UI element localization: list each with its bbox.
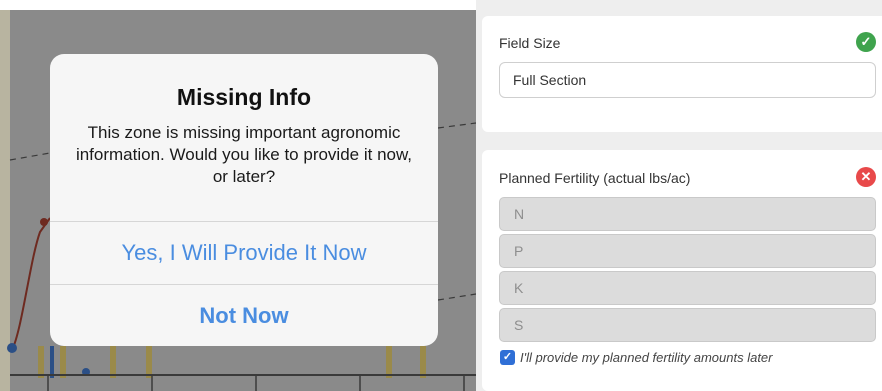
zone-form-panel: Field Size ✓ Planned Fertility (actual l… <box>476 0 882 391</box>
check-circle-icon: ✓ <box>856 32 876 52</box>
chart-bar <box>386 346 392 378</box>
provide-now-button[interactable]: Yes, I Will Provide It Now <box>50 222 438 284</box>
chart-bar <box>420 346 426 378</box>
error-circle-icon: ✕ <box>856 167 876 187</box>
chart-blue-stem <box>50 346 54 378</box>
chart-bar <box>38 346 44 378</box>
field-size-card: Field Size ✓ <box>482 16 882 132</box>
field-size-input[interactable] <box>499 62 876 98</box>
alert-title: Missing Info <box>176 84 312 110</box>
chart-x-axis <box>10 374 476 376</box>
alert-message: This zone is missing important agronomic… <box>75 123 413 186</box>
chart-bar <box>60 346 66 378</box>
field-size-label: Field Size <box>499 35 561 51</box>
chart-line-red <box>11 217 51 351</box>
chart-point-blue <box>7 343 17 353</box>
missing-info-alert: Missing Info This zone is missing import… <box>50 54 438 346</box>
planned-fertility-card: Planned Fertility (actual lbs/ac) ✕ ✓ I'… <box>482 150 882 391</box>
sulfur-input[interactable] <box>499 308 876 342</box>
nitrogen-input[interactable] <box>499 197 876 231</box>
not-now-button[interactable]: Not Now <box>50 285 438 346</box>
chart-dashed-line-lower <box>437 293 476 301</box>
potassium-input[interactable] <box>499 271 876 305</box>
planned-fertility-label: Planned Fertility (actual lbs/ac) <box>499 170 691 186</box>
chart-bar <box>146 346 152 378</box>
provide-later-label: I'll provide my planned fertility amount… <box>520 350 773 365</box>
chart-x-ticks <box>47 376 465 391</box>
chart-bar <box>110 346 116 378</box>
provide-later-checkbox[interactable]: ✓ <box>500 350 515 365</box>
chart-point-red <box>40 218 48 226</box>
phosphorus-input[interactable] <box>499 234 876 268</box>
